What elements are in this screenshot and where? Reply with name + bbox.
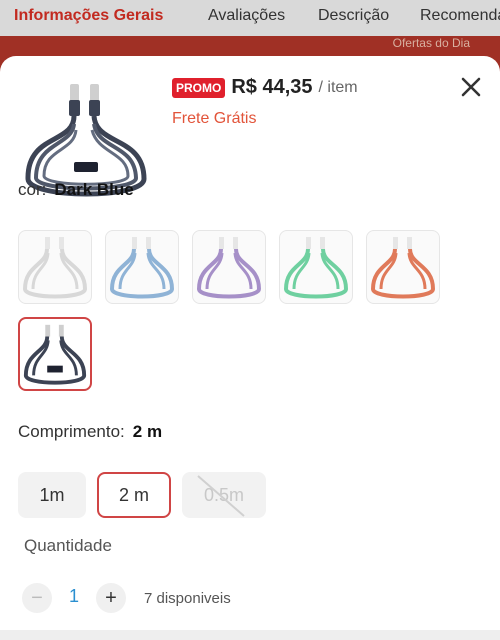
quantity-value[interactable]: 1 bbox=[64, 586, 84, 607]
tab-informacoes-gerais[interactable]: Informações Gerais bbox=[14, 7, 163, 25]
cable-icon bbox=[109, 237, 175, 299]
color-swatch-dark-blue[interactable] bbox=[18, 317, 92, 391]
length-option-2m[interactable]: 2 m bbox=[97, 472, 171, 518]
tab-recomenda[interactable]: Recomenda bbox=[420, 7, 500, 25]
length-label-row: Comprimento: 2 m bbox=[18, 422, 162, 442]
length-option-1m[interactable]: 1m bbox=[18, 472, 86, 518]
quantity-decrease-button[interactable]: − bbox=[22, 583, 52, 613]
color-swatch-blue[interactable] bbox=[105, 230, 179, 304]
tab-descricao[interactable]: Descrição bbox=[318, 7, 389, 25]
color-swatch-green[interactable] bbox=[279, 230, 353, 304]
quantity-increase-button[interactable]: + bbox=[96, 583, 126, 613]
close-button[interactable] bbox=[458, 74, 484, 100]
selected-length: 2 m bbox=[132, 422, 163, 441]
close-icon bbox=[461, 77, 481, 97]
free-shipping-label: Frete Grátis bbox=[172, 110, 257, 127]
length-label: Comprimento: bbox=[18, 422, 125, 441]
cable-icon bbox=[283, 237, 349, 299]
cable-icon bbox=[23, 324, 87, 385]
color-label: cor: bbox=[18, 180, 47, 199]
selected-color-name: Dark Blue bbox=[54, 180, 134, 199]
color-swatch-orange[interactable] bbox=[366, 230, 440, 304]
cable-icon bbox=[22, 237, 88, 299]
color-label-row: cor: Dark Blue bbox=[18, 180, 134, 200]
background-tab-bar: Informações Gerais Avaliações Descrição … bbox=[0, 0, 500, 36]
stock-available-text: 7 disponiveis bbox=[144, 590, 231, 607]
bottom-divider bbox=[0, 630, 500, 640]
banner-text: Ofertas do Dia bbox=[392, 36, 470, 50]
cable-icon bbox=[370, 237, 436, 299]
price-row: PROMO R$ 44,35 / item bbox=[172, 76, 358, 99]
product-options-sheet: PROMO R$ 44,35 / item Frete Grátis cor: D… bbox=[0, 56, 500, 640]
unavailable-strike-icon bbox=[197, 475, 245, 517]
length-option-0-5m[interactable]: 0.5m bbox=[182, 472, 266, 518]
price-unit: / item bbox=[318, 78, 358, 96]
color-swatch-purple[interactable] bbox=[192, 230, 266, 304]
tab-avaliacoes[interactable]: Avaliações bbox=[208, 7, 285, 25]
product-price: R$ 44,35 bbox=[231, 76, 313, 98]
cable-icon bbox=[196, 237, 262, 299]
promo-badge: PROMO bbox=[172, 77, 226, 98]
quantity-label: Quantidade bbox=[24, 536, 112, 555]
color-swatch-white[interactable] bbox=[18, 230, 92, 304]
